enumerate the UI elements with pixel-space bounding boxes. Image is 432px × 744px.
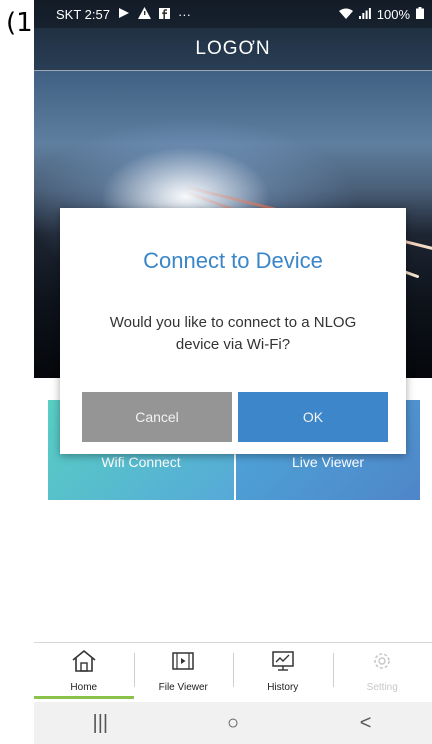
system-nav-bar: ||| ○ < — [34, 702, 432, 744]
more-indicator: ··· — [177, 6, 191, 22]
nav-item-home[interactable]: Home — [34, 643, 134, 699]
nav-item-file-viewer[interactable]: File Viewer — [133, 643, 234, 699]
nav-label-setting: Setting — [366, 682, 398, 693]
recents-button[interactable]: ||| — [70, 712, 130, 735]
nav-label-home: Home — [70, 682, 98, 693]
home-icon — [71, 649, 97, 676]
app-logo: LOGƠN — [34, 28, 432, 71]
facebook-icon — [158, 7, 170, 22]
battery-level: 100% — [376, 6, 410, 22]
dialog-title: Connect to Device — [143, 248, 323, 273]
cancel-button[interactable]: Cancel — [82, 392, 232, 442]
home-button[interactable]: ○ — [203, 712, 263, 735]
connect-dialog: Connect to Device Would you like to conn… — [60, 208, 406, 454]
film-icon — [170, 649, 196, 676]
figure-label: (1 — [6, 8, 33, 38]
nav-label-history: History — [267, 682, 299, 693]
nav-item-setting[interactable]: Setting — [332, 643, 432, 699]
bottom-nav: Home File Viewer History Setting — [34, 642, 432, 699]
active-indicator — [34, 696, 134, 699]
wifi-connect-label: Wifi Connect — [101, 454, 181, 470]
ok-button[interactable]: OK — [238, 392, 388, 442]
wifi-icon — [338, 7, 353, 22]
live-viewer-label: Live Viewer — [291, 454, 365, 470]
status-bar: SKT 2:57 ··· 100% — [34, 0, 432, 28]
chart-icon — [270, 649, 296, 676]
gear-icon — [369, 649, 395, 676]
alert-icon — [137, 6, 151, 22]
battery-icon — [416, 6, 424, 22]
carrier-time: SKT 2:57 — [56, 6, 110, 22]
cast-icon — [118, 7, 130, 22]
nav-label-file-viewer: File Viewer — [158, 682, 208, 693]
dialog-message: Would you like to connect to a NLOG devi… — [109, 314, 357, 353]
signal-icon — [358, 7, 371, 22]
nav-item-history[interactable]: History — [233, 643, 333, 699]
back-button[interactable]: < — [336, 712, 396, 735]
